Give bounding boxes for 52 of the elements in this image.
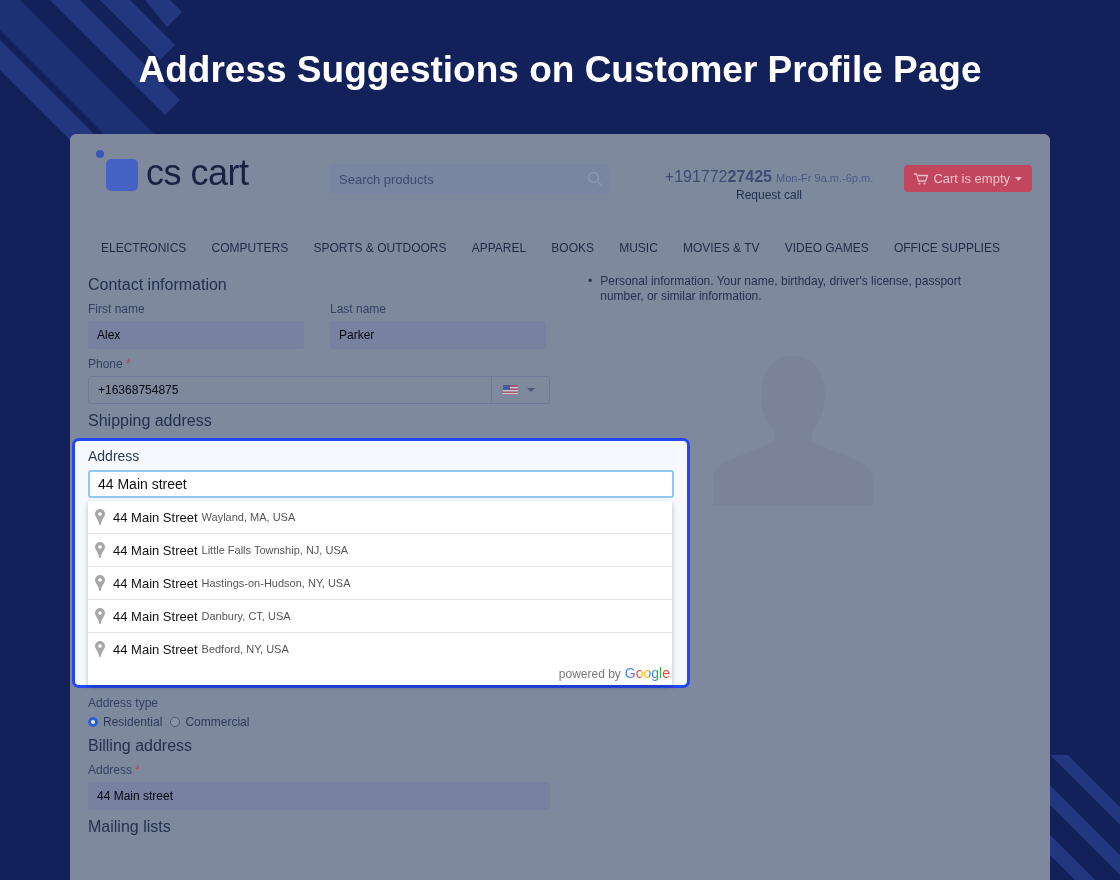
radio-option[interactable]: Commercial <box>170 715 250 729</box>
field-label: Address type <box>88 696 160 710</box>
field-label: Phone * <box>88 357 132 371</box>
caret-icon <box>1015 176 1022 181</box>
nav-link[interactable]: VIDEO GAMES <box>784 241 869 255</box>
suggestion-item[interactable]: 44 Main Street Danbury, CT, USA <box>88 600 672 633</box>
suggestion-item[interactable]: 44 Main Street Wayland, MA, USA <box>88 501 672 534</box>
field-label: Last name <box>330 302 388 316</box>
input-field[interactable]: Alex <box>88 321 304 349</box>
field-label: First name <box>88 302 146 316</box>
nav-link[interactable]: MOVIES & TV <box>683 241 760 255</box>
map-pin-icon <box>95 509 105 525</box>
suggestion-item[interactable]: 44 Main Street Bedford, NY, USA <box>88 633 672 665</box>
address-input[interactable]: 44 Main street <box>88 470 674 498</box>
search-field[interactable]: Search products <box>329 164 609 194</box>
nav-link[interactable]: MUSIC <box>619 241 658 255</box>
nav-link[interactable]: ELECTRONICS <box>101 241 187 255</box>
phone-field[interactable]: +16368754875 <box>88 376 550 404</box>
map-pin-icon <box>95 641 105 657</box>
request-call-link[interactable]: Request call <box>735 188 802 202</box>
logo-text: cs cart <box>146 154 249 194</box>
map-pin-icon <box>95 575 105 591</box>
map-pin-icon <box>95 542 105 558</box>
bullet-mark: • <box>588 274 593 290</box>
google-logo: Google <box>624 665 670 681</box>
phone-number: +19177227425 <box>664 168 772 186</box>
cart-button[interactable]: Cart is empty <box>904 165 1032 192</box>
section-heading: Mailing lists <box>88 818 172 836</box>
section-heading: Billing address <box>88 737 194 755</box>
map-pin-icon <box>95 608 105 624</box>
suggestion-item[interactable]: 44 Main Street Hastings-on-Hudson, NY, USA <box>88 567 672 600</box>
logo-icon <box>96 150 140 194</box>
field-label: Address <box>88 448 141 464</box>
search-input[interactable]: Search products <box>337 170 587 188</box>
nav-link[interactable]: APPAREL <box>471 241 527 255</box>
section-heading: Contact information <box>88 276 228 294</box>
nav-link[interactable]: BOOKS <box>551 241 594 255</box>
nav-link[interactable]: COMPUTERS <box>211 241 289 255</box>
info-text: Personal information. Your name, birthday, driver's license, passport number, or similar information. <box>600 274 963 304</box>
nav-link[interactable]: OFFICE SUPPLIES <box>893 241 1000 255</box>
field-label: Address * <box>88 763 142 777</box>
section-heading: Shipping address <box>88 412 213 430</box>
input-field[interactable]: +16368754875 <box>89 377 491 403</box>
input-field[interactable]: 44 Main street <box>88 782 550 810</box>
cart-icon <box>914 172 929 185</box>
caret-icon <box>527 388 535 392</box>
attribution-text: powered by <box>558 667 621 681</box>
suggestion-item[interactable]: 44 Main Street Little Falls Township, NJ, USA <box>88 534 672 567</box>
input-field[interactable]: Parker <box>330 321 546 349</box>
radio-option[interactable]: Residential <box>88 715 163 729</box>
nav-link[interactable]: SPORTS & OUTDOORS <box>313 241 447 255</box>
flag-icon <box>503 385 518 395</box>
